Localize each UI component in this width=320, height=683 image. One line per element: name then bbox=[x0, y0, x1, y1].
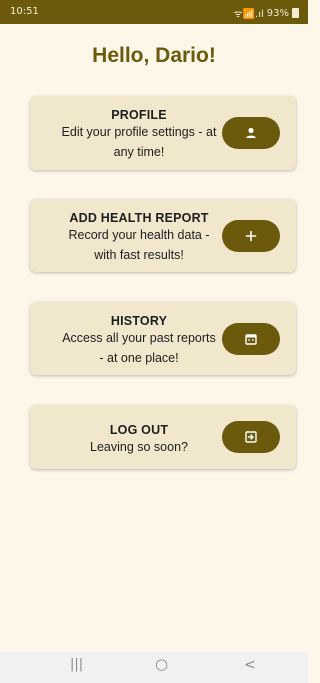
status-time: 10:51 bbox=[10, 6, 39, 17]
profile-card-desc-line1: Edit your profile settings - at bbox=[61, 125, 217, 139]
history-card-desc-line2: - at one place! bbox=[99, 351, 179, 365]
profile-card-title: PROFILE bbox=[111, 108, 167, 122]
calendar-icon bbox=[245, 334, 257, 345]
history-button[interactable] bbox=[222, 323, 280, 355]
greeting-title: Hello, Dario! bbox=[92, 44, 216, 67]
signal-icon: ᯤ📶.ıl bbox=[233, 9, 264, 20]
person-icon bbox=[246, 127, 256, 138]
logout-icon bbox=[245, 431, 257, 443]
history-card-desc-line1: Access all your past reports bbox=[62, 331, 216, 345]
status-bar: 10:51 ᯤ📶.ıl 93% bbox=[0, 0, 308, 24]
profile-card-desc-line2: any time! bbox=[113, 145, 165, 159]
battery-level: 93% bbox=[266, 7, 289, 19]
profile-card-text: PROFILE Edit your profile settings - at … bbox=[38, 108, 240, 162]
add-health-report-card[interactable]: ADD HEALTH REPORT Record your health dat… bbox=[30, 199, 296, 272]
battery-icon bbox=[292, 8, 299, 18]
recents-button[interactable]: ||| bbox=[70, 657, 83, 672]
history-card-title: HISTORY bbox=[110, 314, 168, 328]
profile-card[interactable]: PROFILE Edit your profile settings - at … bbox=[30, 96, 296, 170]
add-health-report-card-desc-line1: Record your health data - bbox=[68, 228, 210, 242]
add-health-report-button[interactable] bbox=[222, 220, 280, 252]
add-health-report-card-desc-line2: with fast results! bbox=[94, 248, 184, 262]
logout-button[interactable] bbox=[222, 421, 280, 453]
add-health-report-card-title: ADD HEALTH REPORT bbox=[69, 211, 209, 225]
logout-card[interactable]: LOG OUT Leaving so soon? bbox=[30, 405, 296, 469]
history-card[interactable]: HISTORY Access all your past reports - a… bbox=[30, 302, 296, 375]
logout-card-desc-line1: Leaving so soon? bbox=[90, 440, 188, 454]
system-nav-bar: ||| ○ < bbox=[0, 652, 308, 683]
home-button[interactable]: ○ bbox=[155, 655, 168, 673]
profile-button[interactable] bbox=[222, 117, 280, 149]
history-card-text: HISTORY Access all your past reports - a… bbox=[38, 314, 240, 368]
logout-card-title: LOG OUT bbox=[109, 423, 169, 437]
status-indicators: ᯤ📶.ıl 93% bbox=[233, 6, 299, 20]
plus-icon bbox=[245, 230, 257, 242]
logout-card-text: LOG OUT Leaving so soon? bbox=[38, 423, 240, 457]
back-button[interactable]: < bbox=[244, 657, 256, 673]
add-health-report-card-text: ADD HEALTH REPORT Record your health dat… bbox=[38, 211, 240, 265]
